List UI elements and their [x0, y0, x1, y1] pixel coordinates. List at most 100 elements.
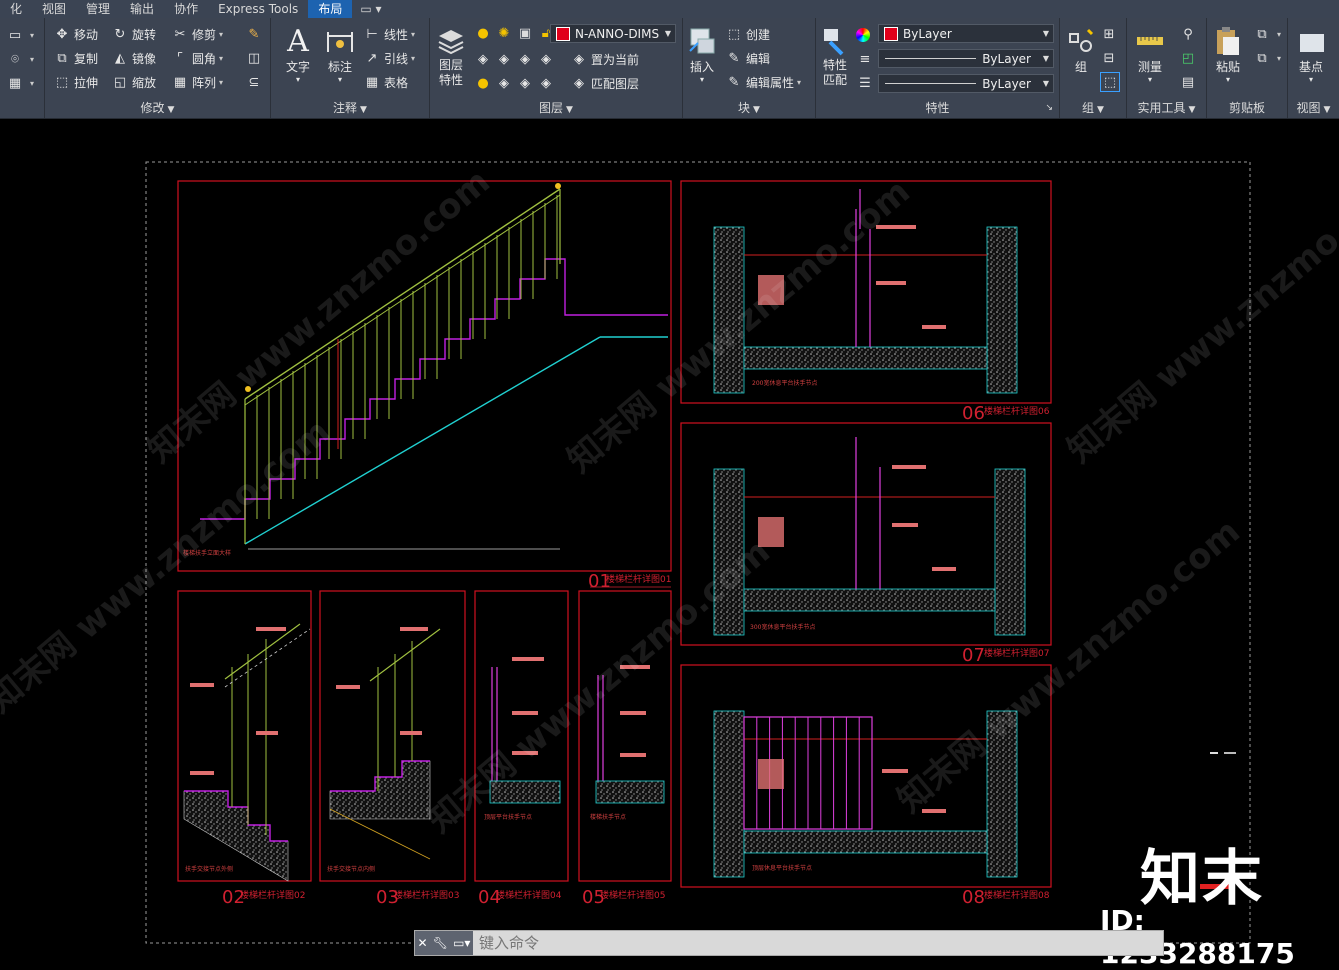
- wrench-icon[interactable]: 🔧︎: [433, 936, 448, 950]
- panel-clipboard-title[interactable]: 剪贴板: [1207, 100, 1287, 116]
- create-block-label: 创建: [746, 27, 771, 42]
- quick-select-icon: ⚲: [1183, 26, 1193, 42]
- move-button[interactable]: ✥ 移动: [53, 23, 98, 45]
- menu-item-hua[interactable]: 化: [0, 0, 32, 18]
- layer-properties-label: 图层特性: [438, 58, 463, 87]
- table-button[interactable]: ▦ 表格: [363, 71, 408, 93]
- group-select-button[interactable]: ⬚: [1100, 71, 1123, 93]
- lineweight-dropdown[interactable]: ByLayer ▼: [878, 74, 1054, 93]
- dimension-button[interactable]: 标注 ▾: [323, 24, 357, 84]
- color-wheel-button[interactable]: [856, 24, 873, 46]
- select-all-button[interactable]: ◰: [1179, 47, 1200, 69]
- scale-icon: ◱: [113, 74, 127, 90]
- offset-icon: ⊆: [248, 74, 260, 90]
- panel-annotation-title[interactable]: 注释 ▼: [271, 100, 429, 116]
- lineweight-button[interactable]: ☰: [856, 72, 877, 94]
- clipboard-icon: [1211, 24, 1245, 58]
- color-value: ByLayer: [903, 26, 952, 41]
- command-prompt-icon[interactable]: ▭▾: [453, 936, 470, 950]
- viewport-freeze-icon: ▣: [518, 25, 532, 41]
- stretch-button[interactable]: ⬚ 拉伸: [53, 71, 98, 93]
- view-02[interactable]: 扶手交接节点外侧 02 楼梯栏杆详图02: [177, 590, 312, 908]
- paste-special-button[interactable]: ⧉ ▾: [1253, 47, 1281, 69]
- scale-button[interactable]: ◱ 缩放: [111, 71, 156, 93]
- view-03[interactable]: 扶手交接节点内侧 03 楼梯栏杆详图03: [319, 590, 466, 908]
- layer-dropdown[interactable]: N-ANNO-DIMS ▼: [550, 24, 676, 43]
- select-all-icon: ◰: [1181, 50, 1195, 66]
- erase-button[interactable]: ✎: [245, 23, 266, 45]
- menu-item-express-tools[interactable]: Express Tools: [208, 0, 308, 18]
- panel-view: 基点 ▾ 视图 ▼: [1288, 18, 1339, 118]
- fillet-button[interactable]: ⌜ 圆角 ▾: [171, 47, 223, 69]
- mirror-button[interactable]: ◭ 镜像: [111, 47, 156, 69]
- match-layer-button[interactable]: ◈ 匹配图层: [570, 72, 639, 94]
- leader-icon: ↗: [366, 50, 378, 66]
- linetype-dropdown[interactable]: ByLayer ▼: [878, 49, 1054, 68]
- close-icon[interactable]: ✕: [418, 936, 428, 950]
- quick-select-button[interactable]: ⚲: [1179, 23, 1200, 45]
- copy-button[interactable]: ⧉ 复制: [53, 47, 98, 69]
- array-button[interactable]: ▦ 阵列 ▾: [171, 71, 223, 93]
- set-current-button[interactable]: ◈ 置为当前: [570, 48, 639, 70]
- scissors-icon: ✂: [174, 26, 186, 42]
- panel-clipboard: 粘贴 ▾ ⧉ ▾ ⧉ ▾ 剪贴板: [1207, 18, 1288, 118]
- panel-layers-title[interactable]: 图层 ▼: [430, 100, 682, 116]
- measure-button[interactable]: 测量 ▾: [1133, 24, 1167, 84]
- leader-button[interactable]: ↗ 引线 ▾: [363, 47, 415, 69]
- linear-button[interactable]: ⊢ 线性 ▾: [363, 23, 415, 45]
- window-icon[interactable]: ▭ ▾: [352, 0, 389, 18]
- panel-group-title[interactable]: 组 ▼: [1060, 100, 1126, 116]
- panel-block-title[interactable]: 块 ▼: [683, 100, 815, 116]
- base-point-button[interactable]: 基点 ▾: [1294, 24, 1328, 84]
- create-block-button[interactable]: ⬚ 创建: [725, 23, 770, 45]
- group-edit-button[interactable]: ⊟: [1100, 47, 1121, 69]
- ungroup-icon: ⊞: [1103, 26, 1115, 42]
- edit-attributes-button[interactable]: ✎ 编辑属性 ▾: [725, 71, 801, 93]
- match-properties-button[interactable]: 特性匹配: [818, 24, 852, 88]
- chevron-down-icon: ▼: [1042, 79, 1049, 88]
- layers-stack-icon: [434, 24, 468, 58]
- insert-block-icon: [685, 24, 719, 58]
- menu-item-manage[interactable]: 管理: [76, 0, 120, 18]
- layer-tools-row2[interactable]: ◈ ◈ ◈ ◈: [474, 48, 558, 70]
- lasso-select-tool[interactable]: ⌾ ▾: [6, 48, 34, 70]
- text-button[interactable]: A 文字 ▾: [281, 24, 315, 85]
- view-04-caption: 顶层平台扶手节点: [484, 813, 532, 821]
- edit-block-button[interactable]: ✎ 编辑: [725, 47, 770, 69]
- layer-tools-row3[interactable]: ● ◈ ◈ ◈: [474, 72, 558, 94]
- panel-properties-title[interactable]: 特性 ↘: [816, 100, 1059, 116]
- move-icon: ✥: [56, 26, 68, 42]
- view-06-caption: 200宽休息平台扶手节点: [752, 379, 817, 387]
- panel-utilities-title[interactable]: 实用工具 ▼: [1127, 100, 1206, 116]
- menu-item-output[interactable]: 输出: [120, 0, 164, 18]
- layer-state-icons[interactable]: ● ✺ ▣ 🔓︎: [474, 22, 558, 44]
- paste-special-icon: ⧉: [1257, 50, 1267, 66]
- rectangle-select-tool[interactable]: ▭ ▾: [6, 24, 34, 46]
- ungroup-button[interactable]: ⊞: [1100, 23, 1121, 45]
- menu-item-collaborate[interactable]: 协作: [164, 0, 208, 18]
- color-dropdown[interactable]: ByLayer ▼: [878, 24, 1054, 43]
- layer-properties-button[interactable]: 图层特性: [434, 24, 468, 88]
- explode-button[interactable]: ◫: [245, 47, 266, 69]
- linetype-button[interactable]: ≡: [856, 48, 877, 70]
- mirror-icon: ◭: [115, 50, 125, 66]
- drawing-canvas[interactable]: 楼梯扶手立面大样 01 楼梯栏杆详图01 扶手交接节点外侧 02 楼梯栏杆详图0…: [0, 119, 1339, 962]
- hatch-tool[interactable]: ▦ ▾: [6, 72, 34, 94]
- lineweight-value: ByLayer: [982, 76, 1031, 91]
- group-button[interactable]: 组: [1064, 24, 1098, 75]
- panel-view-title[interactable]: 视图 ▼: [1288, 100, 1339, 116]
- copy-clip-button[interactable]: ⧉ ▾: [1253, 23, 1281, 45]
- panel-modify-title[interactable]: 修改 ▼: [45, 100, 270, 116]
- paste-button[interactable]: 粘贴 ▾: [1211, 24, 1245, 84]
- menu-item-layout[interactable]: 布局: [308, 0, 353, 18]
- trim-button[interactable]: ✂ 修剪 ▾: [171, 23, 223, 45]
- view-02-caption: 扶手交接节点外侧: [185, 865, 233, 873]
- rotate-button[interactable]: ↻ 旋转: [111, 23, 156, 45]
- menu-item-view[interactable]: 视图: [32, 0, 76, 18]
- view-07-caption: 300宽休息平台扶手节点: [750, 623, 815, 631]
- eraser-icon: ✎: [248, 26, 260, 42]
- calculator-button[interactable]: ▤: [1179, 71, 1200, 93]
- command-input[interactable]: [473, 931, 1163, 955]
- insert-button[interactable]: 插入 ▾: [685, 24, 719, 84]
- offset-button[interactable]: ⊆: [245, 71, 266, 93]
